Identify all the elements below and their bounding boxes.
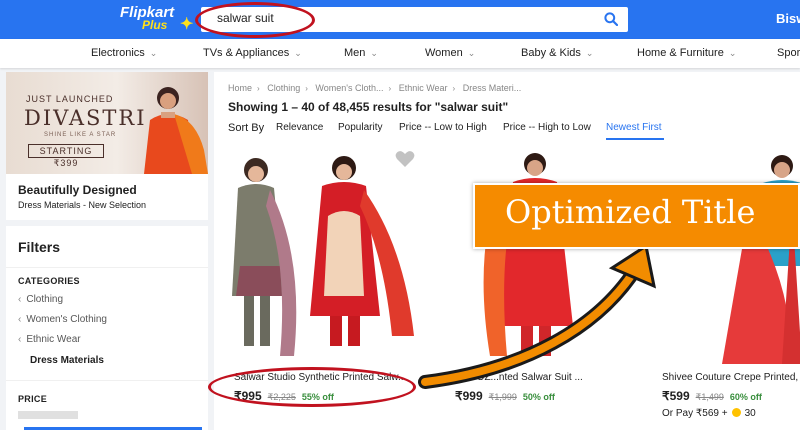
- annotation-banner: Optimized Title: [473, 183, 800, 249]
- banner-text: Optimized Title: [505, 193, 756, 231]
- page: Flipkart Plus ✦ salwar suit Bisw Electro…: [0, 0, 800, 430]
